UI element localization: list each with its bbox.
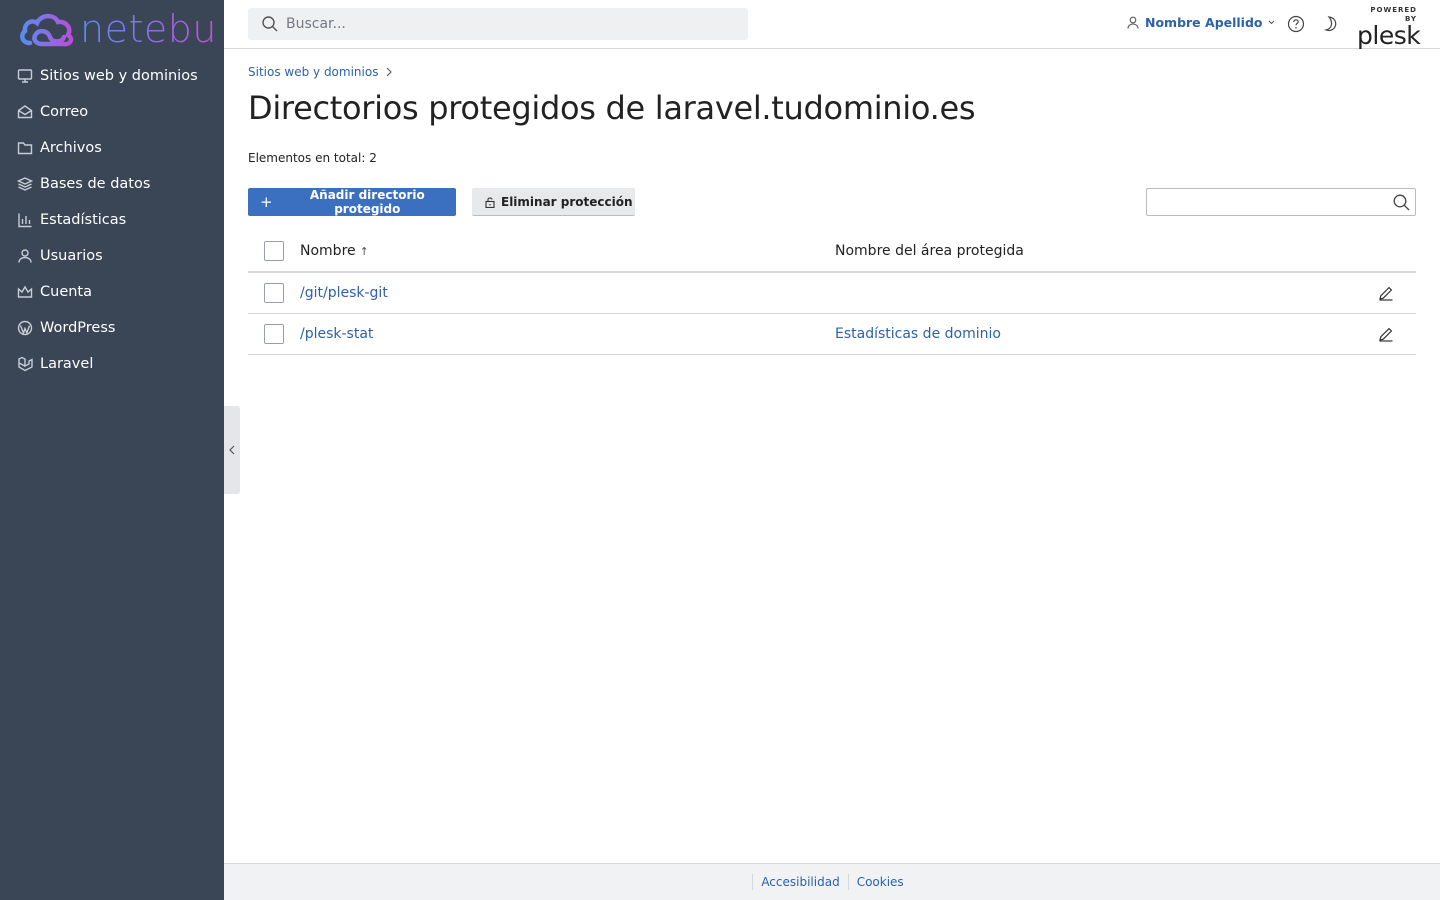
search-icon[interactable] [1393,194,1410,211]
search-icon [262,16,278,32]
sidebar-item-databases[interactable]: Bases de datos [0,166,224,202]
total-count: Elementos en total: 2 [248,151,377,165]
chevron-right-icon [387,67,393,77]
table-row: /git/plesk-git [248,273,1416,314]
row-checkbox[interactable] [264,283,284,303]
sidebar-collapse-button[interactable] [224,406,240,494]
select-all-checkbox[interactable] [264,241,284,261]
user-menu[interactable]: Nombre Apellido [1127,15,1275,30]
monitor-icon [16,67,34,85]
sidebar-item-websites[interactable]: Sitios web y dominios [0,58,224,94]
list-toolbar: + Añadir directorio protegido Eliminar p… [248,188,1416,216]
footer-link-accessibility[interactable]: Accesibilidad [752,874,847,890]
remove-button-label: Eliminar protección [501,194,633,209]
row-checkbox[interactable] [264,324,284,344]
sidebar-item-label: Correo [40,104,89,120]
database-icon [16,175,34,193]
breadcrumb: Sitios web y dominios [248,65,393,79]
page-footer: Accesibilidad Cookies [224,863,1440,900]
remove-protection-button[interactable]: Eliminar protección [472,188,635,216]
plus-icon: + [260,193,273,211]
user-icon [1127,16,1139,29]
add-protected-directory-button[interactable]: + Añadir directorio protegido [248,188,456,216]
table-header: Nombre ↑ Nombre del área protegida [248,231,1416,273]
sidebar-item-label: Sitios web y dominios [40,68,198,84]
brand-logo[interactable]: netebu [18,6,217,52]
sidebar-item-label: Laravel [40,356,94,372]
sidebar-item-statistics[interactable]: Estadísticas [0,202,224,238]
folder-icon [16,139,34,157]
sidebar-item-label: Usuarios [40,248,103,264]
sidebar-item-label: Bases de datos [40,176,151,192]
directory-link[interactable]: /plesk-stat [300,326,373,342]
sidebar-item-account[interactable]: Cuenta [0,274,224,310]
sidebar-item-users[interactable]: Usuarios [0,238,224,274]
crown-icon [16,283,34,301]
add-button-label: Añadir directorio protegido [309,188,425,216]
area-link[interactable]: Estadísticas de dominio [835,326,1001,342]
sidebar-item-label: WordPress [40,320,116,336]
sidebar-item-label: Estadísticas [40,212,127,228]
edit-icon[interactable] [1378,326,1394,342]
global-search-input[interactable] [286,16,726,32]
plesk-logo[interactable]: POWERED BY plesk [1357,6,1421,50]
mail-icon [16,103,34,121]
list-search-input[interactable] [1153,190,1391,214]
column-header-name-label: Nombre [300,243,356,259]
laravel-icon [16,355,34,373]
list-search[interactable] [1146,188,1416,216]
sidebar-item-files[interactable]: Archivos [0,130,224,166]
bar-chart-icon [16,211,34,229]
moon-icon [1323,16,1337,32]
column-header-area: Nombre del área protegida [835,243,1024,259]
brand-name: netebu [80,7,217,51]
unlock-icon [485,196,495,208]
help-icon [1287,15,1305,33]
footer-link-cookies[interactable]: Cookies [847,874,912,890]
user-icon [16,247,34,265]
breadcrumb-link-websites[interactable]: Sitios web y dominios [248,65,378,79]
protected-directories-table: Nombre ↑ Nombre del área protegida /git/… [248,231,1416,355]
sidebar-item-mail[interactable]: Correo [0,94,224,130]
help-button[interactable] [1287,15,1305,37]
cloud-logo-icon [20,13,74,47]
chevron-down-icon [1268,20,1274,25]
top-header: Nombre Apellido POWERED BY plesk [224,0,1440,49]
column-header-name[interactable]: Nombre ↑ [300,243,369,259]
page-title: Directorios protegidos de laravel.tudomi… [248,89,976,127]
sidebar-item-label: Archivos [40,140,102,156]
chevron-left-icon [229,445,235,455]
global-search[interactable] [248,8,748,40]
sidebar-item-label: Cuenta [40,284,92,300]
directory-link[interactable]: /git/plesk-git [300,285,388,301]
plesk-brand: plesk [1357,21,1421,50]
sort-ascending-icon: ↑ [359,244,369,258]
sidebar-nav: Sitios web y dominios Correo Archivos Ba… [0,58,224,382]
sidebar: netebu Sitios web y dominios Correo Arch… [0,0,224,900]
theme-toggle[interactable] [1323,15,1339,37]
sidebar-item-laravel[interactable]: Laravel [0,346,224,382]
table-row: /plesk-stat Estadísticas de dominio [248,314,1416,355]
edit-icon[interactable] [1378,285,1394,301]
sidebar-item-wordpress[interactable]: WordPress [0,310,224,346]
user-name: Nombre Apellido [1145,15,1263,30]
wordpress-icon [16,319,34,337]
